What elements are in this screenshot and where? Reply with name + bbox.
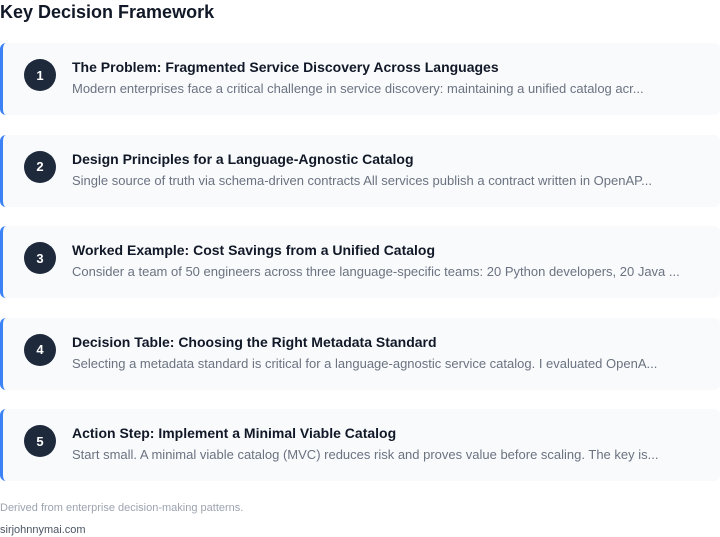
- step-title: The Problem: Fragmented Service Discover…: [72, 59, 499, 75]
- step-card[interactable]: 1 The Problem: Fragmented Service Discov…: [0, 43, 720, 115]
- footer-site-link[interactable]: sirjohnnymai.com: [0, 524, 86, 537]
- step-title: Design Principles for a Language-Agnosti…: [72, 150, 414, 167]
- step-number-badge: 1: [24, 59, 56, 91]
- step-number-badge: 4: [24, 333, 56, 366]
- step-number-badge: 5: [24, 425, 56, 457]
- step-description: Consider a team of 50 engineers across t…: [72, 264, 680, 279]
- step-description: Single source of truth via schema-driven…: [72, 172, 652, 188]
- footer-note: Derived from enterprise decision-making …: [0, 502, 244, 514]
- steps-list: 1 The Problem: Fragmented Service Discov…: [0, 43, 720, 501]
- step-card[interactable]: 4 Decision Table: Choosing the Right Met…: [0, 317, 720, 390]
- step-card[interactable]: 5 Action Step: Implement a Minimal Viabl…: [0, 409, 720, 481]
- step-title: Worked Example: Cost Savings from a Unif…: [72, 242, 436, 258]
- step-number-badge: 2: [24, 150, 56, 183]
- step-card[interactable]: 3 Worked Example: Cost Savings from a Un…: [0, 226, 720, 298]
- step-number-badge: 3: [24, 242, 56, 274]
- step-card[interactable]: 2 Design Principles for a Language-Agnos…: [0, 134, 720, 207]
- step-description: Selecting a metadata standard is critica…: [72, 355, 658, 371]
- step-description: Start small. A minimal viable catalog (M…: [72, 447, 659, 462]
- step-description: Modern enterprises face a critical chall…: [72, 81, 644, 96]
- step-title: Decision Table: Choosing the Right Metad…: [72, 333, 437, 350]
- step-title: Action Step: Implement a Minimal Viable …: [72, 425, 397, 441]
- page-title: Key Decision Framework: [0, 2, 215, 22]
